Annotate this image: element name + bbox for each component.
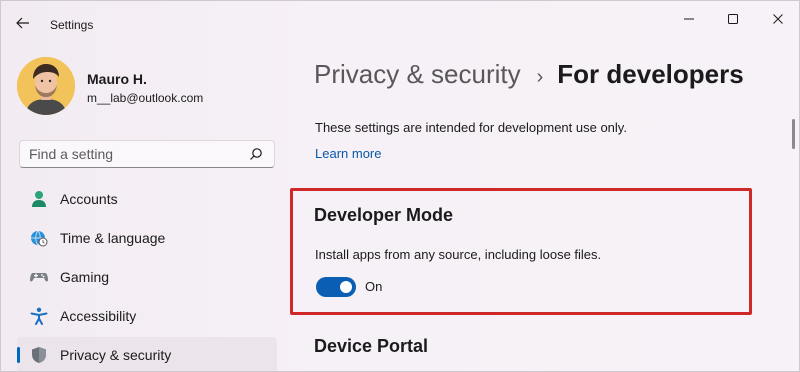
- sidebar-item-privacy-security[interactable]: Privacy & security: [17, 337, 277, 371]
- breadcrumb-separator: ›: [536, 66, 544, 88]
- accessibility-icon: [29, 306, 49, 326]
- settings-window: Settings Mauro H. m__lab@outlook.com Fin…: [0, 0, 800, 372]
- shield-icon: [29, 345, 49, 365]
- user-email: m__lab@outlook.com: [87, 91, 204, 105]
- accounts-icon: [29, 189, 49, 209]
- toggle-knob: [340, 281, 352, 293]
- globe-clock-icon: [29, 228, 49, 248]
- close-icon: [773, 14, 783, 24]
- developer-mode-card: Developer Mode Install apps from any sou…: [290, 188, 752, 315]
- toggle-state-label: On: [365, 279, 383, 294]
- back-arrow-icon: [16, 17, 29, 29]
- page-title: For developers: [557, 59, 744, 89]
- user-name: Mauro H.: [87, 71, 147, 87]
- sidebar-item-gaming[interactable]: Gaming: [17, 259, 277, 295]
- app-title: Settings: [50, 18, 94, 32]
- sidebar-item-label: Accounts: [60, 191, 118, 207]
- sidebar-nav: Accounts Time & language Gaming Accessib…: [17, 181, 277, 371]
- gamepad-icon: [29, 267, 49, 287]
- search-icon[interactable]: [244, 144, 268, 164]
- sidebar-item-accessibility[interactable]: Accessibility: [17, 298, 277, 334]
- minimize-icon: [684, 18, 694, 20]
- minimize-button[interactable]: [677, 9, 701, 29]
- search-placeholder: Find a setting: [29, 146, 114, 162]
- title-bar: Settings: [1, 1, 799, 41]
- breadcrumb: Privacy & security › For developers: [314, 59, 744, 93]
- developer-mode-toggle[interactable]: [316, 277, 356, 297]
- sidebar-item-time-language[interactable]: Time & language: [17, 220, 277, 256]
- page-description: These settings are intended for developm…: [315, 120, 627, 135]
- sidebar-item-label: Privacy & security: [60, 347, 172, 363]
- user-profile[interactable]: Mauro H. m__lab@outlook.com: [17, 57, 277, 121]
- sidebar-item-label: Time & language: [60, 230, 166, 246]
- close-button[interactable]: [766, 9, 790, 29]
- breadcrumb-parent[interactable]: Privacy & security: [314, 59, 521, 90]
- search-input[interactable]: Find a setting: [19, 140, 275, 168]
- scrollbar-thumb[interactable]: [792, 119, 795, 149]
- back-button[interactable]: [11, 13, 35, 33]
- avatar: [17, 57, 75, 115]
- developer-mode-description: Install apps from any source, including …: [315, 247, 602, 262]
- device-portal-title: Device Portal: [314, 336, 429, 356]
- maximize-icon: [728, 14, 738, 24]
- maximize-button[interactable]: [721, 9, 745, 29]
- sidebar-item-label: Gaming: [60, 269, 110, 285]
- learn-more-link[interactable]: Learn more: [315, 146, 381, 161]
- sidebar-item-accounts[interactable]: Accounts: [17, 181, 277, 217]
- developer-mode-title: Developer Mode: [314, 205, 454, 225]
- sidebar-item-label: Accessibility: [60, 308, 137, 324]
